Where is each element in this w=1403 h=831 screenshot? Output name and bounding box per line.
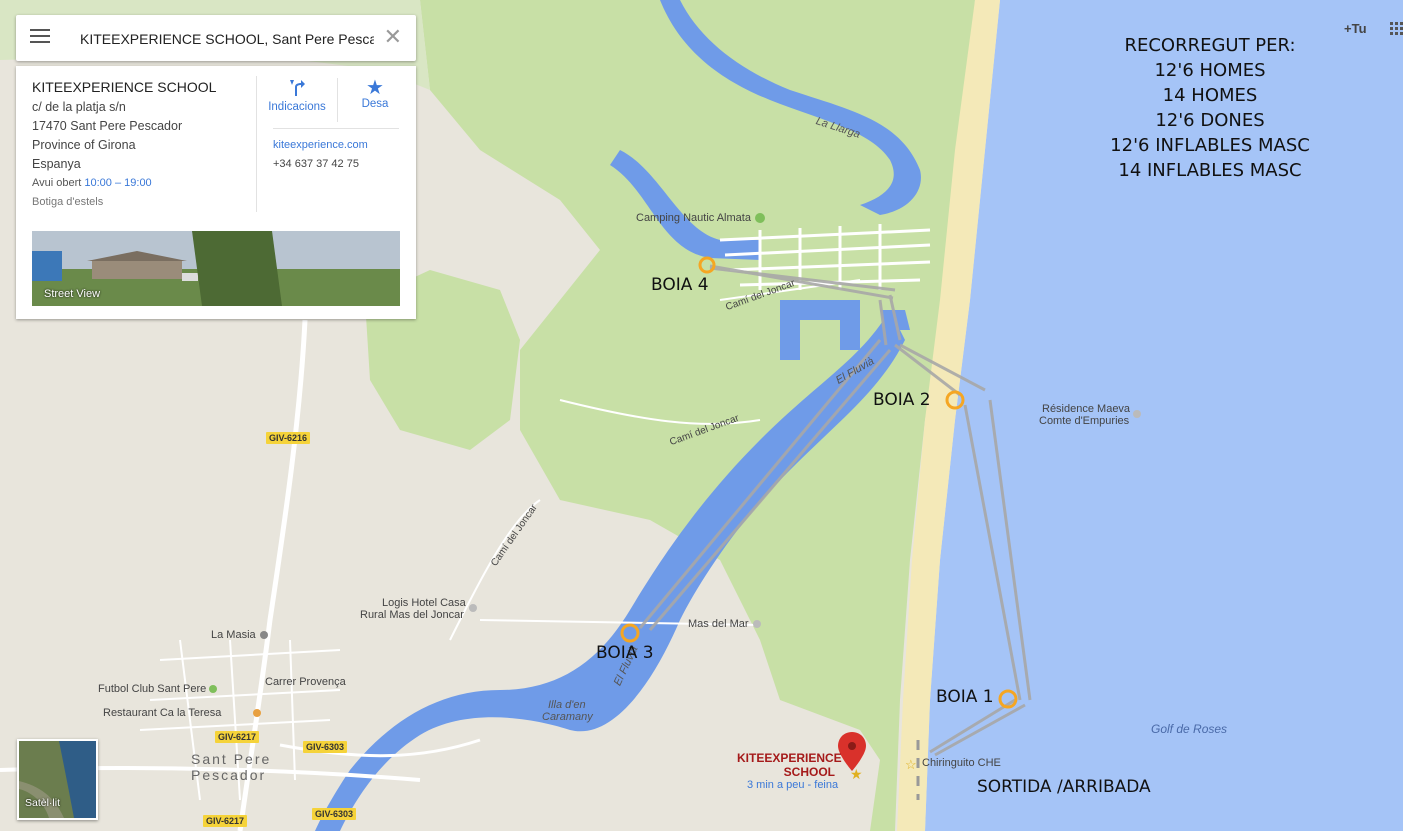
opening-hours: Avui obert 10:00 – 19:00 bbox=[32, 177, 152, 189]
start-finish-label: SORTIDA /ARRIBADA bbox=[977, 777, 1151, 797]
restaurant-icon bbox=[253, 709, 261, 717]
address-line: c/ de la platja s/n bbox=[32, 100, 126, 114]
camping-icon bbox=[755, 213, 765, 223]
hamburger-menu-icon[interactable] bbox=[30, 29, 50, 47]
divider bbox=[256, 76, 257, 212]
buoy-3-label: BOIA 3 bbox=[596, 643, 654, 663]
place-card: KITEEXPERIENCE SCHOOL c/ de la platja s/… bbox=[16, 66, 416, 319]
label-logis: Logis Hotel Casa bbox=[382, 597, 466, 609]
address-line: Province of Girona bbox=[32, 138, 136, 152]
label-camping: Camping Nautic Almata bbox=[636, 212, 751, 224]
plus-tu-link[interactable]: +Tu bbox=[1344, 21, 1367, 36]
road-badge: GIV-6216 bbox=[266, 432, 311, 444]
sports-icon bbox=[209, 685, 217, 693]
road-badge: GIV-6217 bbox=[215, 731, 260, 743]
label-pescador: Pescador bbox=[191, 767, 267, 783]
search-input[interactable] bbox=[78, 25, 376, 53]
label-illa-2: Caramany bbox=[542, 711, 593, 723]
road-badge: GIV-6303 bbox=[312, 808, 357, 820]
label-carrer-provenca: Carrer Provença bbox=[265, 676, 346, 688]
star-icon: ☆ bbox=[905, 757, 917, 772]
address-line: 17470 Sant Pere Pescador bbox=[32, 119, 183, 133]
buoy-2-label: BOIA 2 bbox=[873, 390, 931, 410]
label-mas-del-mar: Mas del Mar bbox=[688, 618, 749, 630]
divider bbox=[337, 78, 338, 122]
place-category: Botiga d'estels bbox=[32, 196, 104, 208]
directions-icon bbox=[290, 80, 305, 96]
road-badge: GIV-6303 bbox=[303, 741, 348, 753]
label-restaurant: Restaurant Ca la Teresa bbox=[103, 707, 222, 719]
label-walk-time: 3 min a peu - feina bbox=[747, 779, 839, 791]
buoy-4-label: BOIA 4 bbox=[651, 275, 709, 295]
save-button[interactable]: ★ Desa bbox=[346, 78, 404, 110]
search-box: ✕ bbox=[16, 15, 416, 61]
label-la-masia: La Masia bbox=[211, 629, 256, 641]
apps-grid-icon[interactable] bbox=[1390, 22, 1403, 36]
hotel-icon bbox=[1133, 410, 1141, 418]
label-logis-2: Rural Mas del Joncar bbox=[360, 609, 464, 621]
buoy-1-label: BOIA 1 bbox=[936, 687, 994, 707]
place-name: KITEEXPERIENCE SCHOOL bbox=[32, 79, 217, 95]
label-sant-pere: Sant Pere bbox=[191, 751, 272, 767]
label-residence-2: Comte d'Empuries bbox=[1039, 415, 1130, 427]
phone-number: +34 637 37 42 75 bbox=[273, 158, 359, 170]
close-icon[interactable]: ✕ bbox=[384, 26, 402, 48]
hotel-icon bbox=[753, 620, 761, 628]
label-illa: Illa d'en bbox=[548, 699, 586, 711]
label-school[interactable]: KITEEXPERIENCE SCHOOL bbox=[737, 751, 842, 779]
poi-icon bbox=[260, 631, 268, 639]
website-link[interactable]: kiteexperience.com bbox=[273, 139, 368, 151]
satellite-toggle-button[interactable]: Satèl·lit bbox=[17, 739, 98, 820]
divider bbox=[273, 128, 399, 129]
address-line: Espanya bbox=[32, 157, 81, 171]
hotel-icon bbox=[469, 604, 477, 612]
street-view-thumbnail[interactable]: Street View bbox=[32, 231, 400, 306]
label-residence: Résidence Maeva bbox=[1042, 403, 1131, 415]
course-legend: RECORREGUT PER: 12'6 HOMES 14 HOMES 12'6… bbox=[1110, 35, 1310, 181]
label-futbol: Futbol Club Sant Pere bbox=[98, 683, 207, 695]
star-icon: ★ bbox=[366, 77, 384, 99]
star-icon: ★ bbox=[850, 766, 863, 782]
road-badge: GIV-6217 bbox=[203, 815, 248, 827]
label-golf-de-roses: Golf de Roses bbox=[1151, 722, 1228, 736]
directions-button[interactable]: Indicacions bbox=[265, 78, 329, 113]
label-chiringuito: Chiringuito CHE bbox=[922, 757, 1001, 769]
